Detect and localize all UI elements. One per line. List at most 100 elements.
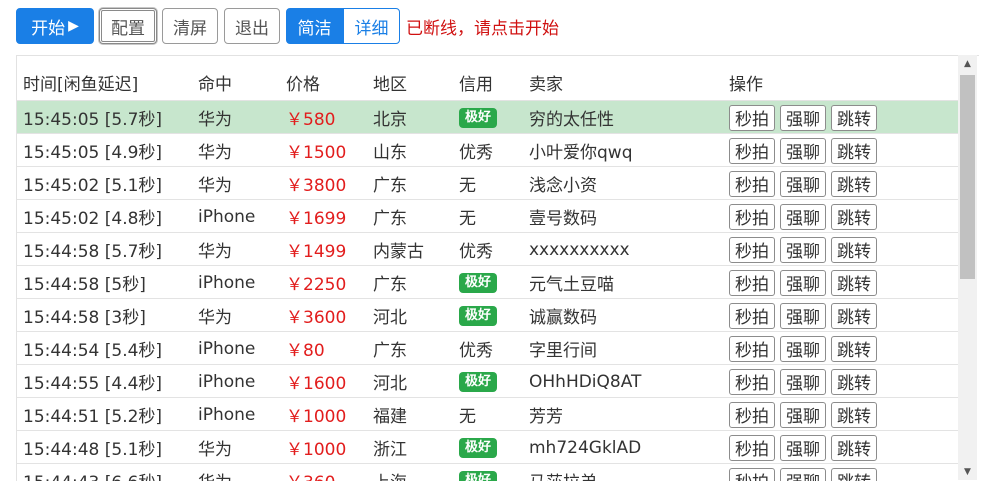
table-row[interactable]: 15:45:05 [4.9秒] 华为 ￥1500 山东 优秀 小叶爱你qwq 秒拍 强聊 跳转 [17, 133, 959, 167]
jump-button[interactable]: 跳转 [831, 467, 877, 481]
snipe-button[interactable]: 秒拍 [729, 137, 775, 164]
credit-badge: 极好 [459, 371, 498, 392]
table-row[interactable]: 15:44:51 [5.2秒] iPhone ￥1000 福建 无 芳芳 秒拍 强聊 跳转 [17, 397, 959, 431]
mode-detail-label: 详细 [354, 18, 389, 39]
row-region: 广东 [373, 341, 407, 361]
row-seller: 壹号数码 [529, 209, 597, 229]
row-actions: 秒拍强聊跳转 [729, 464, 882, 481]
table-row[interactable]: 15:44:58 [5秒] iPhone ￥2250 广东 极好 元气土豆喵 秒拍 强聊 跳转 [17, 265, 959, 299]
jump-button[interactable]: 跳转 [831, 104, 877, 131]
mode-detail-button[interactable]: 详细 [343, 8, 400, 44]
table-row[interactable]: 15:45:02 [5.1秒] 华为 ￥3800 广东 无 浅念小资 秒拍 强聊 跳转 [17, 166, 959, 200]
quit-button[interactable]: 退出 [224, 8, 280, 44]
snipe-button[interactable]: 秒拍 [729, 104, 775, 131]
quit-label: 退出 [235, 18, 269, 39]
row-hit: 华为 [198, 176, 232, 196]
jump-button[interactable]: 跳转 [831, 401, 877, 428]
table-row[interactable]: 15:44:58 [3秒] 华为 ￥3600 河北 极好 诚赢数码 秒拍 强聊 跳转 [17, 298, 959, 332]
row-time: 15:44:58 [5.7秒] [23, 242, 163, 262]
row-actions: 秒拍强聊跳转 [729, 266, 882, 299]
row-actions: 秒拍强聊跳转 [729, 365, 882, 398]
mode-simple-button[interactable]: 简洁 [286, 8, 343, 44]
force-chat-button[interactable]: 强聊 [780, 302, 826, 329]
row-hit: iPhone [198, 404, 256, 425]
row-price: ￥1600 [286, 374, 347, 394]
row-seller: 芳芳 [529, 407, 563, 427]
table-row[interactable]: 15:44:58 [5.7秒] 华为 ￥1499 内蒙古 优秀 xxxxxxxxxx 秒拍强… [17, 232, 959, 266]
scroll-up-arrow-icon[interactable]: ▲ [958, 55, 977, 72]
jump-button[interactable]: 跳转 [831, 434, 877, 461]
snipe-button[interactable]: 秒拍 [729, 203, 775, 230]
config-button[interactable]: 配置 [99, 8, 157, 44]
force-chat-button[interactable]: 强聊 [780, 269, 826, 296]
table-row[interactable]: 15:44:48 [5.1秒] 华为 ￥1000 浙江 极好 mh724GklAD 秒拍 强聊… [17, 430, 959, 464]
start-button[interactable]: 开始 ▶ [16, 8, 94, 44]
jump-button[interactable]: 跳转 [831, 368, 877, 395]
table-row[interactable]: 15:44:43 [6.6秒] 华为 ￥360 上海 极好 马莎拉弟 秒拍强聊跳转 [17, 463, 959, 481]
force-chat-button[interactable]: 强聊 [780, 434, 826, 461]
row-credit-cell: 优秀 [459, 332, 493, 365]
row-price: ￥1699 [286, 209, 347, 229]
row-price: ￥1000 [286, 440, 347, 460]
row-seller: 马莎拉弟 [529, 464, 597, 481]
row-price: ￥3600 [286, 308, 347, 328]
credit-text: 优秀 [459, 143, 493, 163]
table-row[interactable]: 15:45:02 [4.8秒] iPhone ￥1699 广东 无 壹号数码 秒拍 强聊 跳转 [17, 199, 959, 233]
force-chat-button[interactable]: 强聊 [780, 170, 826, 197]
jump-button[interactable]: 跳转 [831, 236, 877, 263]
row-hit: iPhone [198, 272, 256, 293]
row-hit: 华为 [198, 110, 232, 130]
row-seller: 字里行间 [529, 341, 597, 361]
snipe-button[interactable]: 秒拍 [729, 236, 775, 263]
jump-button[interactable]: 跳转 [831, 335, 877, 362]
row-region: 广东 [373, 176, 407, 196]
snipe-button[interactable]: 秒拍 [729, 335, 775, 362]
row-credit-cell: 优秀 [459, 233, 493, 266]
start-label: 开始 [31, 18, 66, 39]
snipe-button[interactable]: 秒拍 [729, 467, 775, 481]
force-chat-button[interactable]: 强聊 [780, 467, 826, 481]
force-chat-button[interactable]: 强聊 [780, 236, 826, 263]
jump-button[interactable]: 跳转 [831, 203, 877, 230]
row-actions: 秒拍强聊跳转 [729, 200, 882, 233]
clear-screen-button[interactable]: 清屏 [162, 8, 218, 44]
jump-button[interactable]: 跳转 [831, 302, 877, 329]
row-hit: 华为 [198, 308, 232, 328]
table-row[interactable]: 15:45:05 [5.7秒] 华为 ￥580 北京 极好 穷的太任性 秒拍 强聊 跳转 [17, 100, 959, 134]
row-time: 15:44:43 [6.6秒] [23, 464, 162, 481]
jump-button[interactable]: 跳转 [831, 269, 877, 296]
force-chat-button[interactable]: 强聊 [780, 401, 826, 428]
snipe-button[interactable]: 秒拍 [729, 368, 775, 395]
row-region: 河北 [373, 374, 407, 394]
scrollbar-thumb[interactable] [960, 75, 975, 279]
snipe-button[interactable]: 秒拍 [729, 434, 775, 461]
row-credit-cell: 无 [459, 167, 476, 200]
row-seller: 元气土豆喵 [529, 275, 614, 295]
row-actions: 秒拍强聊跳转 [729, 167, 882, 200]
row-time: 15:45:02 [4.8秒] [23, 209, 163, 229]
row-region: 福建 [373, 407, 407, 427]
table-row[interactable]: 15:44:54 [5.4秒] iPhone ￥80 广东 优秀 字里行间 秒拍 强聊 跳转 [17, 331, 959, 365]
force-chat-button[interactable]: 强聊 [780, 368, 826, 395]
force-chat-button[interactable]: 强聊 [780, 137, 826, 164]
row-credit-cell: 极好 [459, 299, 498, 332]
jump-button[interactable]: 跳转 [831, 170, 877, 197]
row-region: 广东 [373, 275, 407, 295]
force-chat-button[interactable]: 强聊 [780, 104, 826, 131]
header-seller: 卖家 [529, 74, 563, 95]
snipe-button[interactable]: 秒拍 [729, 302, 775, 329]
snipe-button[interactable]: 秒拍 [729, 401, 775, 428]
force-chat-button[interactable]: 强聊 [780, 335, 826, 362]
row-actions: 秒拍强聊跳转 [729, 398, 882, 431]
table-row[interactable]: 15:44:55 [4.4秒] iPhone ￥1600 河北 极好 OHhHDiQ8AT… [17, 364, 959, 398]
row-actions: 秒拍强聊跳转 [729, 101, 882, 134]
snipe-button[interactable]: 秒拍 [729, 269, 775, 296]
scroll-down-arrow-icon[interactable]: ▼ [958, 463, 977, 480]
results-table: 时间[闲鱼延迟] 命中 价格 地区 信用 卖家 操作 15:45:05 [5.7… [16, 55, 979, 481]
play-icon: ▶ [68, 18, 79, 34]
row-time: 15:44:51 [5.2秒] [23, 407, 163, 427]
force-chat-button[interactable]: 强聊 [780, 203, 826, 230]
snipe-button[interactable]: 秒拍 [729, 170, 775, 197]
jump-button[interactable]: 跳转 [831, 137, 877, 164]
vertical-scrollbar[interactable]: ▲ ▼ [958, 55, 977, 480]
